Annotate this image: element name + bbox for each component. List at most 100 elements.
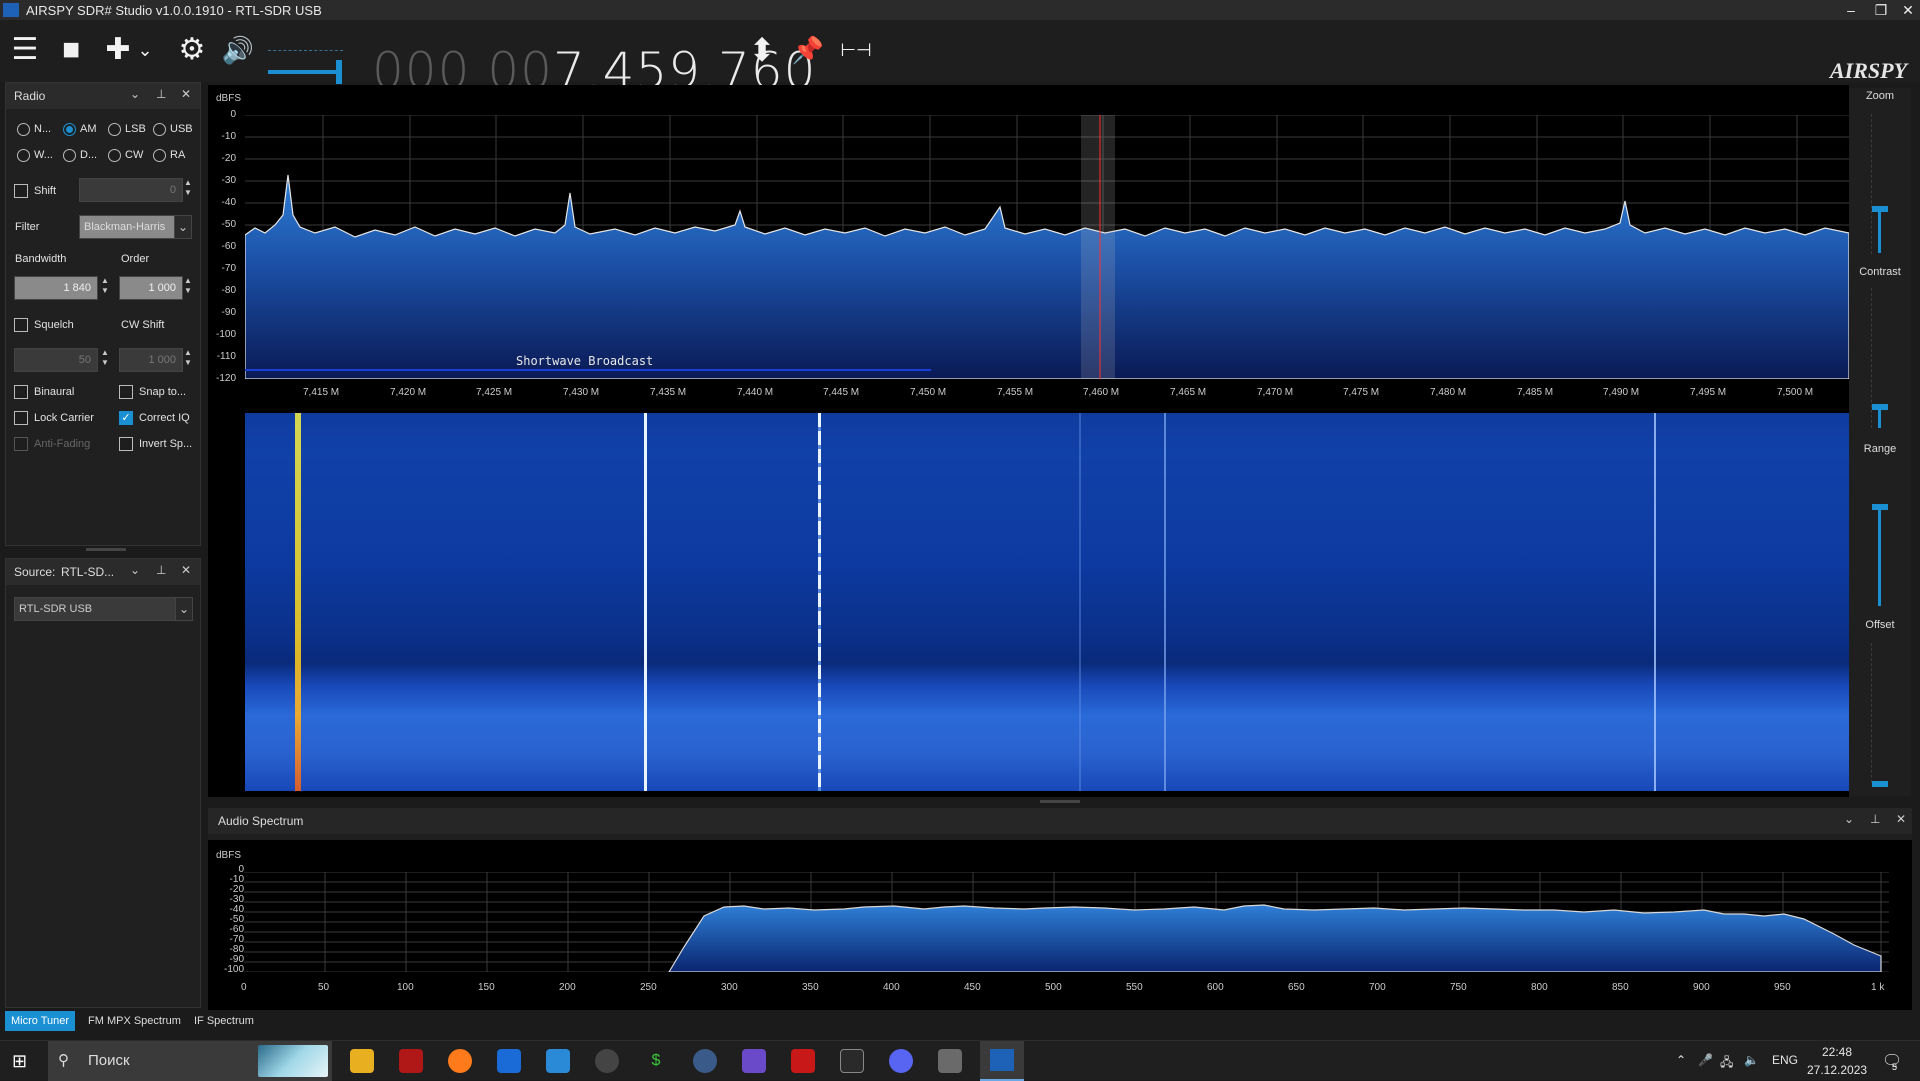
menu-icon[interactable]: ☰ bbox=[7, 32, 43, 68]
filezilla-icon[interactable] bbox=[791, 1049, 815, 1073]
source-device-select[interactable]: RTL-SDR USB bbox=[14, 597, 176, 621]
mode-radio-cw[interactable] bbox=[108, 149, 121, 162]
pin-icon[interactable]: 📌 bbox=[790, 32, 826, 68]
add-icon[interactable]: ✚ bbox=[100, 32, 136, 68]
mode-radio-dsb[interactable] bbox=[63, 149, 76, 162]
tab-fm-mpx-spectrum[interactable]: FM MPX Spectrum bbox=[82, 1011, 187, 1031]
snap-checkbox[interactable] bbox=[119, 385, 133, 399]
squelch-spinner[interactable]: ▲ ▼ bbox=[98, 348, 112, 372]
mode-radio-nfm[interactable] bbox=[17, 123, 30, 136]
gear-icon[interactable]: ⚙ bbox=[174, 32, 210, 68]
clock-time[interactable]: 22:48 bbox=[1822, 1045, 1852, 1059]
tab-micro-tuner[interactable]: Micro Tuner bbox=[5, 1011, 76, 1031]
y-tick: -110 bbox=[216, 351, 236, 362]
app-icon-c[interactable] bbox=[546, 1049, 570, 1073]
app-icon-photo[interactable] bbox=[938, 1049, 962, 1073]
restore-button[interactable]: ❐ bbox=[1866, 0, 1896, 20]
audio-x-tick: 700 bbox=[1369, 982, 1386, 993]
shift-input[interactable]: 0 bbox=[79, 178, 183, 202]
app-icon bbox=[3, 3, 19, 17]
frequency-step-icon[interactable]: ⬍ bbox=[744, 32, 780, 68]
shift-checkbox[interactable] bbox=[14, 184, 28, 198]
stop-icon[interactable]: ■ bbox=[53, 32, 89, 68]
range-slider-thumb[interactable] bbox=[1872, 504, 1888, 510]
shift-spinner[interactable]: ▲ ▼ bbox=[181, 178, 195, 202]
bandwidth-input[interactable]: 1 840 bbox=[14, 276, 98, 300]
range-slider[interactable] bbox=[1878, 506, 1881, 606]
title-bar: AIRSPY SDR# Studio v1.0.0.1910 - RTL-SDR… bbox=[0, 0, 1920, 20]
mode-radio-lsb[interactable] bbox=[108, 123, 121, 136]
zoom-slider-thumb[interactable] bbox=[1872, 206, 1888, 212]
pin-icon[interactable]: ⊥ bbox=[1870, 812, 1880, 826]
close-icon[interactable]: ✕ bbox=[1896, 812, 1906, 826]
volume-icon[interactable]: 🔊 bbox=[220, 32, 256, 68]
audio-x-axis: 0 50 100 150 200 250 300 350 400 450 500… bbox=[241, 982, 1904, 996]
chevron-down-icon[interactable]: ⌄ bbox=[130, 563, 140, 577]
volume-slider-thumb[interactable] bbox=[336, 60, 342, 84]
x-tick: 7,490 M bbox=[1603, 387, 1640, 398]
spectrum-plot[interactable] bbox=[245, 115, 1849, 379]
squelch-input[interactable]: 50 bbox=[14, 348, 98, 372]
discord-icon[interactable] bbox=[889, 1049, 913, 1073]
app-icon-red[interactable] bbox=[399, 1049, 423, 1073]
language-indicator[interactable]: ENG bbox=[1772, 1053, 1798, 1067]
close-button[interactable]: ✕ bbox=[1893, 0, 1920, 20]
cw-shift-spinner[interactable]: ▲ ▼ bbox=[181, 348, 195, 372]
chevron-down-icon[interactable]: ⌄ bbox=[174, 215, 192, 239]
vfo-filter-band[interactable] bbox=[1081, 115, 1115, 379]
file-explorer-icon[interactable] bbox=[350, 1049, 374, 1073]
order-spinner[interactable]: ▲ ▼ bbox=[181, 276, 195, 300]
binaural-checkbox[interactable] bbox=[14, 385, 28, 399]
lock-carrier-checkbox[interactable] bbox=[14, 411, 28, 425]
terminal-icon[interactable] bbox=[840, 1049, 864, 1073]
close-icon[interactable]: ✕ bbox=[181, 563, 191, 577]
invert-spectrum-checkbox[interactable] bbox=[119, 437, 133, 451]
app-icon-green[interactable]: $ bbox=[644, 1049, 668, 1073]
cw-shift-input[interactable]: 1 000 bbox=[119, 348, 183, 372]
spectrum-unit: dBFS bbox=[216, 93, 242, 104]
mode-radio-wfm[interactable] bbox=[17, 149, 30, 162]
start-icon[interactable]: ⊞ bbox=[12, 1051, 32, 1071]
offset-slider-thumb[interactable] bbox=[1872, 781, 1888, 787]
network-icon[interactable]: 🖧 bbox=[1720, 1053, 1733, 1074]
clock-date[interactable]: 27.12.2023 bbox=[1807, 1063, 1867, 1077]
waterfall-display[interactable] bbox=[245, 413, 1849, 791]
pin-icon[interactable]: ⊥ bbox=[156, 87, 166, 101]
filter-select[interactable]: Blackman-Harris bbox=[79, 215, 175, 239]
contrast-slider-thumb[interactable] bbox=[1872, 404, 1888, 410]
span-icon[interactable]: ⊢⊣ bbox=[838, 32, 874, 68]
chevron-down-icon[interactable]: ⌄ bbox=[136, 32, 154, 68]
bandwidth-spinner[interactable]: ▲ ▼ bbox=[98, 276, 112, 300]
microphone-icon[interactable]: 🎤 bbox=[1698, 1053, 1713, 1067]
app-icon-camera[interactable] bbox=[693, 1049, 717, 1073]
search-box[interactable]: ⚲ Поиск bbox=[48, 1041, 332, 1081]
app-icon-crystal[interactable] bbox=[742, 1049, 766, 1073]
squelch-checkbox[interactable] bbox=[14, 318, 28, 332]
sdrsharp-taskbar-button[interactable] bbox=[980, 1041, 1024, 1081]
mode-radio-raw[interactable] bbox=[153, 149, 166, 162]
chevron-down-icon[interactable]: ⌄ bbox=[175, 597, 193, 621]
resize-grip[interactable] bbox=[1040, 800, 1080, 803]
tab-if-spectrum[interactable]: IF Spectrum bbox=[188, 1011, 260, 1031]
order-input[interactable]: 1 000 bbox=[119, 276, 183, 300]
close-icon[interactable]: ✕ bbox=[181, 87, 191, 101]
correct-iq-label: Correct IQ bbox=[139, 412, 190, 424]
chevron-down-icon[interactable]: ⌄ bbox=[130, 87, 140, 101]
speaker-icon[interactable]: 🔈 bbox=[1744, 1053, 1759, 1067]
firefox-icon[interactable] bbox=[448, 1049, 472, 1073]
kinopoisk-icon[interactable] bbox=[497, 1049, 521, 1073]
minimize-button[interactable]: – bbox=[1836, 0, 1866, 20]
tray-chevron-up-icon[interactable]: ⌃ bbox=[1676, 1053, 1686, 1067]
audio-spectrum-plot[interactable] bbox=[244, 872, 1889, 972]
app-icon-gear[interactable] bbox=[595, 1049, 619, 1073]
lock-carrier-label: Lock Carrier bbox=[34, 412, 94, 424]
correct-iq-checkbox[interactable]: ✓ bbox=[119, 411, 133, 425]
anti-fading-checkbox[interactable] bbox=[14, 437, 28, 451]
chevron-down-icon[interactable]: ⌄ bbox=[1844, 812, 1854, 826]
resize-grip[interactable] bbox=[86, 548, 126, 551]
pin-icon[interactable]: ⊥ bbox=[156, 563, 166, 577]
mode-radio-am[interactable] bbox=[63, 123, 76, 136]
mode-radio-usb[interactable] bbox=[153, 123, 166, 136]
zoom-slider[interactable] bbox=[1878, 208, 1881, 253]
volume-slider[interactable] bbox=[268, 70, 340, 74]
